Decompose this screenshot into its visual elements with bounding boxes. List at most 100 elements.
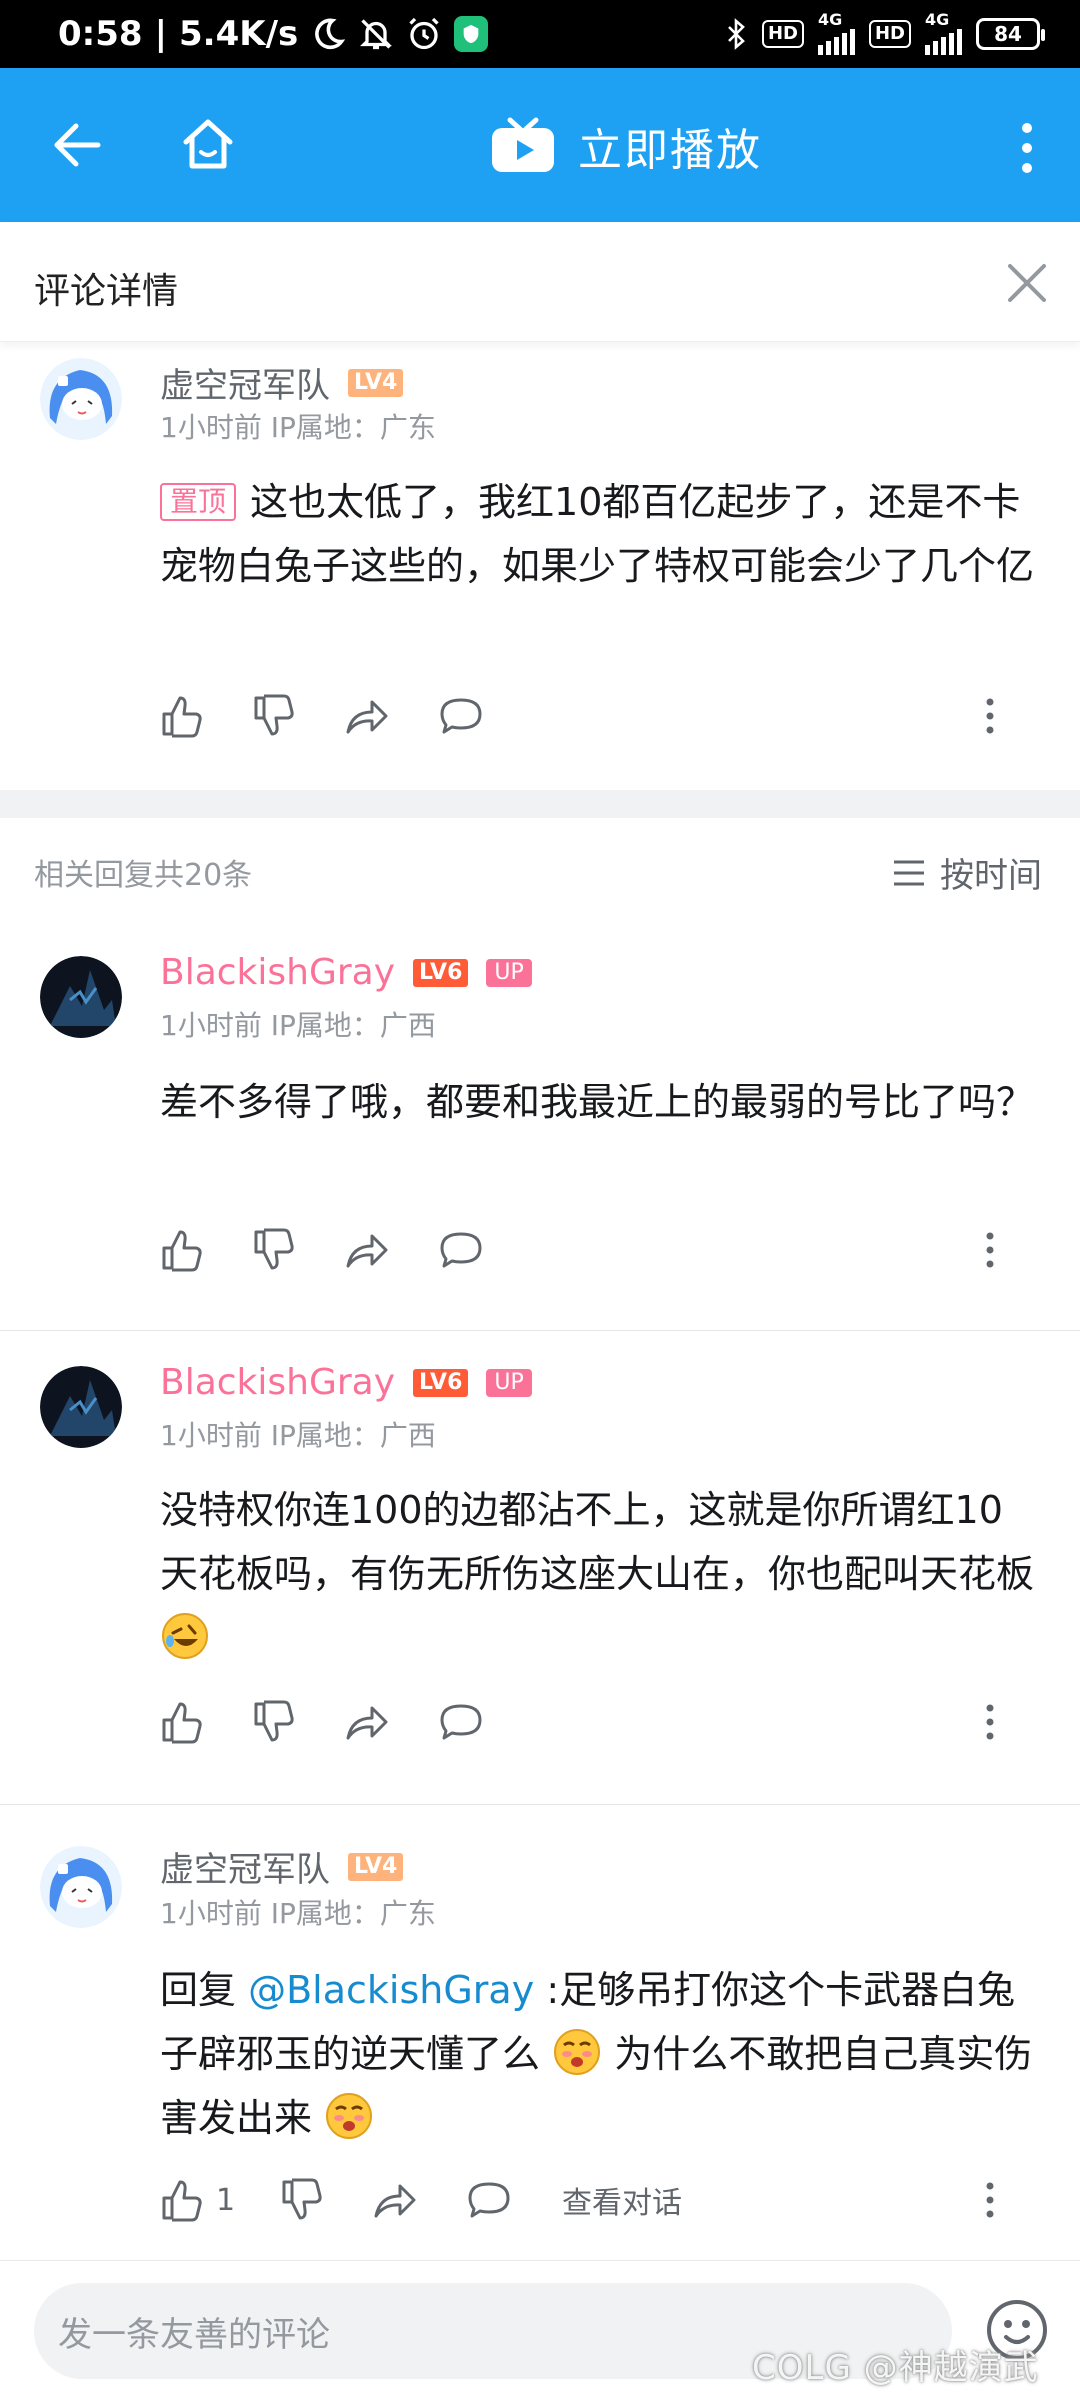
watermark: COLG @神越演武: [752, 2348, 1039, 2388]
comment-more-button[interactable]: [980, 2176, 1000, 2224]
dislike-button[interactable]: [280, 2176, 324, 2224]
avatar[interactable]: [40, 1366, 122, 1448]
moon-icon: [315, 18, 346, 50]
bluetooth-icon: [728, 18, 745, 50]
username[interactable]: 虚空冠军队: [160, 358, 330, 407]
list-sort-icon: [894, 860, 924, 885]
share-icon: [374, 2184, 416, 2218]
dislike-button[interactable]: [252, 1698, 296, 1746]
security-shield-icon: [454, 16, 489, 52]
share-button[interactable]: [372, 2176, 418, 2224]
status-time: 0:58: [58, 14, 143, 54]
tv-play-icon: [492, 117, 554, 172]
home-icon[interactable]: [178, 114, 238, 174]
thumbs-up-icon: [162, 1230, 202, 1272]
comment-text: 置顶 这也太低了，我红10都百亿起步了，还是不卡宠物白兔子这些的，如果少了特权可能…: [160, 480, 1035, 588]
close-icon[interactable]: [1006, 262, 1048, 304]
top-app-bar: 立即播放: [0, 68, 1080, 222]
like-button[interactable]: [160, 1226, 204, 1274]
reply-item: BlackishGray LV6 UP 1小时前 IP属地：广西 没特权你连10…: [0, 1350, 1080, 1800]
comment-text: 差不多得了哦，都要和我最近上的最弱的号比了吗？: [160, 1080, 1035, 1124]
level-badge: LV6: [413, 1368, 469, 1397]
like-button[interactable]: 1: [160, 2176, 235, 2224]
share-button[interactable]: [344, 692, 390, 740]
comment-bubble-icon: [440, 698, 482, 734]
divider: [0, 1330, 1080, 1331]
more-vert-icon[interactable]: [1012, 120, 1042, 176]
thumbs-down-icon: [254, 1228, 294, 1270]
page-title: 评论详情: [34, 271, 179, 312]
bell-off-icon: [360, 19, 393, 50]
drooling-emoji-icon: [554, 2029, 601, 2075]
share-icon: [346, 1234, 388, 1268]
comment-detail-header: 评论详情: [0, 222, 1080, 342]
like-count: 1: [216, 2182, 236, 2218]
comment-bubble-icon: [440, 1704, 482, 1740]
username[interactable]: BlackishGray: [160, 1362, 395, 1403]
alarm-icon: [409, 17, 439, 50]
thumbs-down-icon: [254, 694, 294, 736]
share-button[interactable]: [344, 1698, 390, 1746]
sort-label: 按时间: [940, 856, 1042, 896]
network-speed: 5.4K/s: [179, 14, 299, 54]
thumbs-up-icon: [162, 696, 202, 738]
hd-badge: HD: [761, 20, 804, 48]
comment-actions: 1 查看对话: [160, 2176, 1040, 2226]
comment-meta: 1小时前 IP属地：广东: [160, 1897, 436, 1930]
replies-count: 相关回复共20条: [34, 858, 253, 893]
mention-link[interactable]: @BlackishGray: [248, 1968, 534, 2012]
comment-more-button[interactable]: [980, 1698, 1000, 1746]
dislike-button[interactable]: [252, 1226, 296, 1274]
reply-button[interactable]: [438, 1226, 484, 1274]
reply-button[interactable]: [466, 2176, 512, 2224]
rofl-emoji-icon: [162, 1613, 208, 1659]
reply-button[interactable]: [438, 1698, 484, 1746]
signal-bars-icon: [817, 27, 855, 55]
reply-button[interactable]: [438, 692, 484, 740]
comment-actions: [160, 692, 1040, 742]
avatar[interactable]: [40, 1846, 122, 1928]
more-vert-small-icon: [986, 698, 994, 734]
pinned-badge: 置顶: [160, 483, 237, 521]
comment-actions: [160, 1698, 1040, 1748]
thumbs-up-icon: [162, 2180, 202, 2222]
username-row: BlackishGray LV6 UP: [160, 952, 532, 993]
dislike-button[interactable]: [252, 692, 296, 740]
up-badge: UP: [486, 958, 532, 987]
comment-actions: [160, 1226, 1040, 1276]
thumbs-down-icon: [254, 1700, 294, 1742]
comment-bubble-icon: [468, 2182, 510, 2218]
level-badge: LV4: [348, 1852, 404, 1881]
root-comment: 虚空冠军队 LV4 1小时前 IP属地：广东 置顶 这也太低了，我红10都百亿起步…: [0, 342, 1080, 790]
play-now-button[interactable]: 立即播放: [490, 114, 762, 178]
comment-meta: 1小时前 IP属地：广西: [160, 1009, 436, 1042]
like-button[interactable]: [160, 692, 204, 740]
view-dialog-link[interactable]: 查看对话: [562, 2176, 682, 2224]
reply-item: 虚空冠军队 LV4 1小时前 IP属地：广东 回复 @BlackishGray …: [0, 1824, 1080, 2260]
more-vert-small-icon: [986, 2182, 994, 2218]
avatar[interactable]: [40, 358, 122, 440]
hd-badge-2: HD: [868, 20, 911, 48]
sort-by-time-button[interactable]: 按时间: [892, 848, 1042, 897]
username-row: 虚空冠军队 LV4: [160, 1842, 404, 1891]
section-divider: [0, 790, 1080, 818]
username-row: BlackishGray LV6 UP: [160, 1362, 532, 1403]
comment-meta: 1小时前 IP属地：广西: [160, 1419, 436, 1452]
battery-icon: 84: [976, 18, 1045, 50]
username[interactable]: BlackishGray: [160, 952, 395, 993]
more-vert-small-icon: [986, 1232, 994, 1268]
more-vert-small-icon: [986, 1704, 994, 1740]
level-badge: LV4: [348, 368, 404, 397]
share-button[interactable]: [344, 1226, 390, 1274]
comment-meta: 1小时前 IP属地：广东: [160, 411, 436, 444]
comment-text: 没特权你连100的边都沾不上，这就是你所谓红10天花板吗，有伤无所伤这座大山在，…: [160, 1478, 1040, 1670]
like-button[interactable]: [160, 1698, 204, 1746]
level-badge: LV6: [413, 958, 469, 987]
comment-more-button[interactable]: [980, 1226, 1000, 1274]
comment-more-button[interactable]: [980, 692, 1000, 740]
back-arrow-icon[interactable]: [48, 118, 108, 172]
thumbs-down-icon: [282, 2178, 322, 2220]
status-bar: 0:58 | 5.4K/s HD 4G HD 4G 84: [0, 0, 1080, 68]
username[interactable]: 虚空冠军队: [160, 1842, 330, 1891]
avatar[interactable]: [40, 956, 122, 1038]
